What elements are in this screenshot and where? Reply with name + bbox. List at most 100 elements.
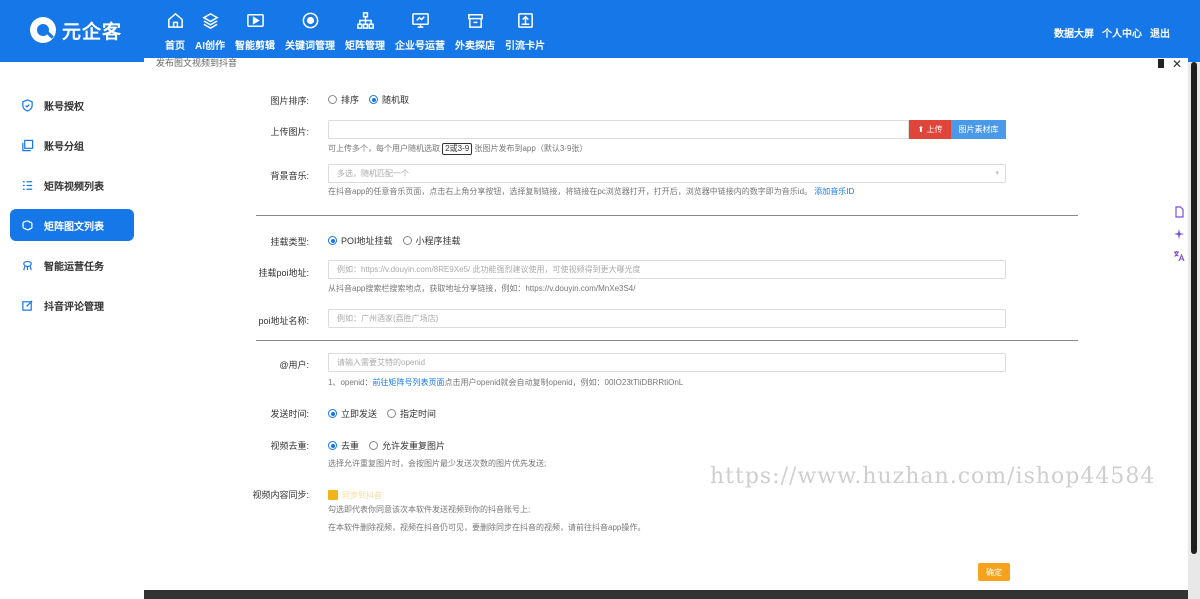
sparkle-icon[interactable]	[1172, 227, 1186, 241]
send-time-radio-group: 立即发送 指定时间	[328, 407, 436, 420]
sidebar-item-label: 矩阵图文列表	[44, 221, 104, 233]
at-user-input[interactable]: 请输入需要艾特的openid	[328, 353, 1006, 372]
at-user-hint-text: 点击用户openid就会自动复制openid，例如：00IO23tTliDBRR…	[444, 378, 684, 387]
nav-item-lead-card[interactable]: 引流卡片	[500, 0, 550, 62]
nav-item-smart-edit[interactable]: 智能剪辑	[230, 0, 280, 62]
nav-label: 企业号运营	[395, 40, 445, 52]
top-navigation-bar: 元企客 首页 AI创作 智能剪辑 关键词管理 矩阵管理 企业号运营 外卖探店 引…	[0, 0, 1200, 62]
sidebar-item-label: 矩阵视频列表	[44, 181, 104, 193]
logout-link[interactable]: 退出	[1150, 25, 1170, 40]
radio-label: 允许发重复图片	[382, 441, 446, 451]
nav-label: 外卖探店	[455, 40, 495, 52]
nav-item-matrix[interactable]: 矩阵管理	[340, 0, 390, 62]
nav-item-ai-create[interactable]: AI创作	[190, 0, 230, 62]
nav-item-home[interactable]: 首页	[160, 0, 190, 62]
upload-hint-text: 张图片发布到app（默认3-9张）	[474, 144, 588, 153]
nav-label: 矩阵管理	[345, 40, 385, 52]
sync-label: 视频内容同步:	[252, 490, 309, 500]
document-icon[interactable]	[1172, 205, 1186, 219]
translate-icon[interactable]	[1172, 249, 1186, 263]
sidebar-item-account-auth[interactable]: 账号授权	[10, 89, 134, 121]
upload-button[interactable]: ⬆ 上传	[909, 120, 951, 139]
music-label: 背景音乐:	[270, 171, 309, 181]
music-select[interactable]: 多选，随机匹配一个 ▾	[328, 164, 1006, 183]
radio-icon	[328, 441, 337, 450]
sidebar-item-comments[interactable]: 抖音评论管理	[10, 289, 134, 321]
edit-icon	[20, 298, 34, 312]
send-time-label: 发送时间:	[270, 409, 309, 419]
radio-icon	[402, 236, 412, 245]
music-hint: 在抖音app的任意音乐页面，点击右上角分享按钮，选择复制链接，将链接在pc浏览器…	[328, 186, 854, 197]
scrollbar[interactable]	[1188, 62, 1200, 599]
dedupe-option-allow-repeat[interactable]: 允许发重复图片	[369, 439, 445, 452]
dedupe-option-on[interactable]: 去重	[328, 439, 359, 452]
dedupe-label: 视频去重:	[270, 441, 309, 451]
at-user-hint: 1、openid：前往矩阵号列表页面点击用户openid就会自动复制openid…	[328, 377, 683, 388]
radio-label: 小程序挂载	[415, 236, 461, 246]
maximize-icon[interactable]	[1158, 59, 1164, 68]
sidebar-item-label: 智能运营任务	[44, 261, 104, 273]
target-icon	[300, 11, 320, 31]
send-option-scheduled[interactable]: 指定时间	[387, 407, 436, 420]
sync-checkbox[interactable]	[328, 490, 338, 500]
send-option-now[interactable]: 立即发送	[328, 407, 377, 420]
mount-option-poi[interactable]: POI地址挂载	[328, 234, 393, 247]
hierarchy-icon	[355, 11, 375, 31]
radio-icon	[387, 409, 397, 418]
nav-label: 智能剪辑	[235, 40, 275, 52]
mount-option-miniapp[interactable]: 小程序挂载	[402, 234, 461, 247]
upload-input[interactable]	[328, 120, 909, 139]
matrix-list-link[interactable]: 前往矩阵号列表页面	[372, 378, 444, 387]
publish-modal: 发布图文视频到抖音 ✕ 图片排序: 排序 随机取 上传图片: ⬆ 上传 图片素材…	[144, 58, 1188, 599]
main-nav: 首页 AI创作 智能剪辑 关键词管理 矩阵管理 企业号运营 外卖探店 引流卡片	[160, 0, 550, 62]
upload-hint-text: 可上传多个，每个用户随机选取	[328, 144, 440, 153]
nav-item-store[interactable]: 外卖探店	[450, 0, 500, 62]
add-music-id-link[interactable]: 添加音乐ID	[814, 187, 854, 196]
dedupe-hint: 选择允许重复图片时，会按图片最少发送次数的图片优先发送;	[328, 459, 547, 468]
poi-name-input[interactable]: 例如：广州酒家(荔胜广场店)	[328, 309, 1006, 328]
radio-icon	[369, 95, 379, 104]
image-count-input[interactable]: 2或3-9	[442, 143, 473, 155]
at-user-label: @用户:	[279, 360, 309, 370]
sidebar-item-label: 抖音评论管理	[44, 301, 104, 313]
nav-item-keywords[interactable]: 关键词管理	[280, 0, 340, 62]
music-hint-text: 在抖音app的任意音乐页面，点击右上角分享按钮，选择复制链接，将链接在pc浏览器…	[328, 187, 813, 196]
sort-option-random[interactable]: 随机取	[369, 93, 409, 106]
radio-label: 随机取	[382, 95, 410, 105]
sync-checkbox-label: 同步到抖音	[342, 491, 382, 500]
dashboard-link[interactable]: 数据大屏	[1054, 25, 1094, 40]
image-library-button[interactable]: 图片素材库	[951, 120, 1006, 139]
nav-item-enterprise[interactable]: 企业号运营	[390, 0, 450, 62]
radio-label: 排序	[341, 95, 360, 105]
sort-label: 图片排序:	[270, 96, 309, 106]
nav-label: 引流卡片	[505, 40, 545, 52]
scrollbar-thumb[interactable]	[1191, 62, 1197, 554]
store-icon	[465, 11, 485, 31]
brand-logo[interactable]: 元企客	[30, 14, 122, 46]
sidebar-item-video-list[interactable]: 矩阵视频列表	[10, 169, 134, 201]
sidebar: 账号授权 账号分组 矩阵视频列表 矩阵图文列表 智能运营任务 抖音评论管理	[0, 62, 144, 599]
poi-url-placeholder: 例如：https://v.douyin.com/8RE9Xe5/ 此功能强烈建议…	[337, 265, 641, 274]
sidebar-item-image-text-list[interactable]: 矩阵图文列表	[10, 209, 134, 241]
music-placeholder: 多选，随机匹配一个	[337, 169, 409, 178]
modal-bottom-bar	[144, 590, 1188, 599]
radio-icon	[328, 95, 337, 104]
sidebar-item-account-group[interactable]: 账号分组	[10, 129, 134, 161]
top-right-links: 数据大屏 个人中心 退出	[1054, 25, 1170, 40]
user-center-link[interactable]: 个人中心	[1102, 25, 1142, 40]
floating-toolbar	[1168, 205, 1190, 263]
close-icon[interactable]: ✕	[1172, 58, 1182, 70]
upload-hint: 可上传多个，每个用户随机选取 2或3-9 张图片发布到app（默认3-9张）	[328, 143, 587, 155]
task-icon	[20, 258, 34, 272]
radio-icon	[328, 409, 337, 418]
mount-type-label: 挂载类型:	[270, 237, 309, 247]
sort-option-ordered[interactable]: 排序	[328, 93, 359, 106]
sidebar-item-smart-tasks[interactable]: 智能运营任务	[10, 249, 134, 281]
divider	[256, 340, 1078, 341]
poi-name-placeholder: 例如：广州酒家(荔胜广场店)	[337, 314, 439, 323]
divider	[256, 215, 1078, 216]
radio-label: 指定时间	[400, 409, 437, 419]
poi-url-input[interactable]: 例如：https://v.douyin.com/8RE9Xe5/ 此功能强烈建议…	[328, 260, 1006, 279]
confirm-button[interactable]: 确定	[978, 563, 1010, 581]
brain-icon	[20, 218, 34, 232]
